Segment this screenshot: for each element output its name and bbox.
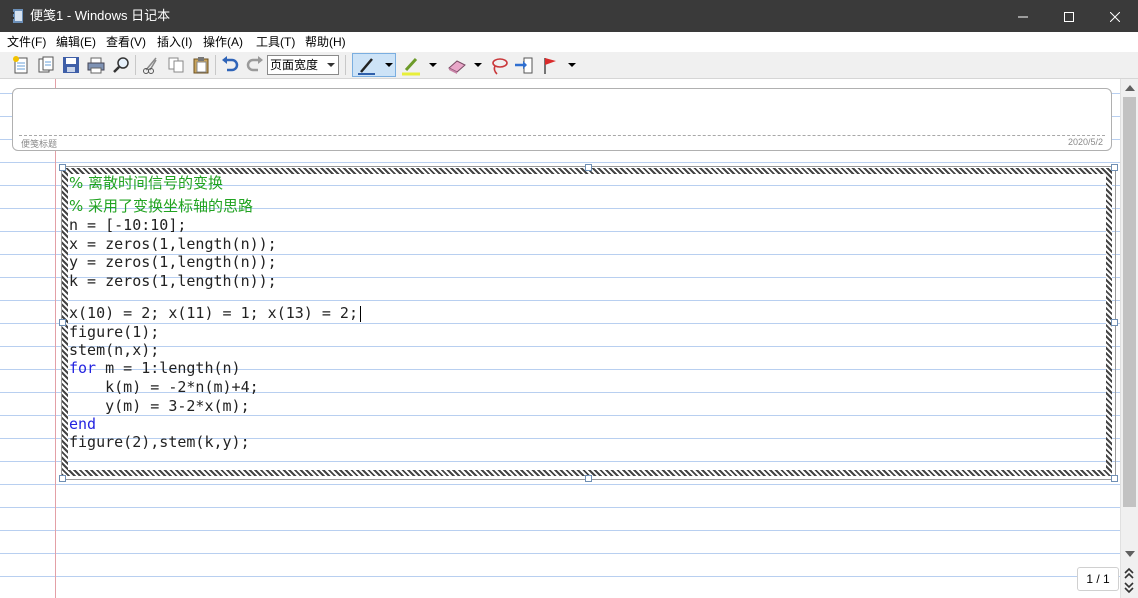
paste-icon [193, 57, 209, 74]
chevron-down-icon [327, 63, 335, 67]
resize-handle-right[interactable] [1111, 319, 1118, 326]
print-button[interactable] [85, 54, 107, 76]
resize-handle-bottom-left[interactable] [59, 475, 66, 482]
code-line: figure(2),stem(k,y); [69, 433, 250, 451]
save-icon [63, 57, 79, 73]
resize-handle-bottom[interactable] [585, 475, 592, 482]
new-page-button[interactable] [35, 54, 57, 76]
note-date: 2020/5/2 [1067, 137, 1103, 147]
margin-line [55, 79, 56, 598]
scroll-down-arrow-icon[interactable] [1125, 551, 1135, 557]
copy-icon [168, 57, 184, 73]
lasso-icon [492, 58, 508, 75]
toolbar-separator [215, 55, 216, 75]
scrollbar-thumb[interactable] [1123, 97, 1136, 507]
new-note-icon [13, 56, 28, 74]
previous-page-button[interactable] [1122, 566, 1136, 580]
code-line: stem(n,x); [69, 341, 160, 359]
zoom-select[interactable]: 页面宽度 [267, 55, 339, 75]
note-title-placeholder: 便笺标题 [21, 139, 58, 149]
menu-insert[interactable]: 插入(I) [155, 34, 194, 50]
insert-space-icon [515, 57, 533, 74]
new-page-icon [38, 56, 54, 73]
menu-file[interactable]: 文件(F) [5, 34, 48, 50]
eraser-icon [448, 60, 466, 74]
code-line: n = [-10:10]; [69, 216, 187, 234]
page-indicator: 1 / 1 [1077, 567, 1119, 591]
lasso-button[interactable] [487, 54, 509, 76]
code-line-text: x(10) = 2; x(11) = 1; x(13) = 2; [69, 304, 358, 322]
maximize-button[interactable] [1046, 0, 1092, 32]
new-note-button[interactable] [10, 54, 32, 76]
pen-icon [358, 58, 375, 75]
pen-dropdown-arrow-icon[interactable] [385, 63, 393, 67]
flag-button[interactable] [539, 54, 561, 76]
pen-button[interactable] [352, 53, 396, 77]
minimize-button[interactable] [1000, 0, 1046, 32]
eraser-dropdown-arrow-icon[interactable] [474, 63, 482, 67]
find-button[interactable] [110, 54, 132, 76]
menu-edit[interactable]: 编辑(E) [54, 34, 98, 50]
code-line-rest: m = 1:length(n) [96, 359, 241, 377]
menu-bar: 文件(F) 编辑(E) 查看(V) 插入(I) 操作(A) 工具(T) 帮助(H… [0, 32, 1138, 52]
code-line: x = zeros(1,length(n)); [69, 235, 277, 253]
journal-app-icon [11, 9, 23, 23]
toolbar-separator [135, 55, 136, 75]
code-line: y(m) = 3-2*x(m); [69, 397, 250, 415]
redo-button[interactable] [244, 54, 266, 76]
text-caret [359, 305, 361, 322]
code-line-for: for m = 1:length(n) [69, 359, 241, 377]
scroll-up-arrow-icon[interactable] [1125, 85, 1135, 91]
find-icon [113, 57, 129, 73]
resize-handle-top-left[interactable] [59, 164, 66, 171]
vertical-scrollbar[interactable] [1120, 79, 1138, 598]
paste-button[interactable] [190, 54, 212, 76]
flag-icon [544, 58, 556, 74]
highlighter-icon [402, 57, 420, 76]
keyword-end: end [69, 415, 97, 433]
resize-handle-left[interactable] [59, 319, 66, 326]
redo-icon [246, 56, 263, 72]
save-button[interactable] [60, 54, 82, 76]
code-line: figure(1); [69, 323, 160, 341]
double-chevron-down-icon [1124, 582, 1134, 594]
highlighter-button[interactable] [399, 54, 421, 76]
resize-handle-top-right[interactable] [1111, 164, 1118, 171]
title-bar: 便笺1 - Windows 日记本 [0, 0, 1138, 32]
toolbar-separator [345, 55, 346, 75]
code-line: % 离散时间信号的变换 [69, 174, 224, 192]
undo-icon [222, 56, 239, 72]
copy-button[interactable] [165, 54, 187, 76]
code-line: k = zeros(1,length(n)); [69, 272, 277, 290]
menu-tools[interactable]: 工具(T) [254, 34, 297, 50]
highlighter-dropdown-arrow-icon[interactable] [429, 63, 437, 67]
menu-actions[interactable]: 操作(A) [201, 34, 245, 50]
next-page-button[interactable] [1122, 581, 1136, 595]
print-icon [87, 57, 105, 74]
note-title-box[interactable]: 便笺标题 2020/5/2 [12, 88, 1112, 151]
eraser-button[interactable] [445, 54, 467, 76]
flag-dropdown-arrow-icon[interactable] [568, 63, 576, 67]
insert-space-button[interactable] [512, 54, 534, 76]
cut-icon [143, 57, 157, 74]
code-line: k(m) = -2*n(m)+4; [69, 378, 259, 396]
maximize-icon [1064, 12, 1074, 23]
zoom-select-value: 页面宽度 [270, 58, 319, 72]
cut-button[interactable] [140, 54, 162, 76]
menu-view[interactable]: 查看(V) [104, 34, 148, 50]
code-line: % 采用了变换坐标轴的思路 [69, 197, 254, 215]
double-chevron-up-icon [1124, 567, 1134, 579]
menu-help[interactable]: 帮助(H) [303, 34, 348, 50]
title-underline [19, 135, 1105, 136]
undo-button[interactable] [219, 54, 241, 76]
close-button[interactable] [1092, 0, 1138, 32]
code-line: y = zeros(1,length(n)); [69, 253, 277, 271]
window-title: 便笺1 - Windows 日记本 [30, 8, 171, 23]
minimize-icon [1018, 16, 1028, 18]
close-icon [1109, 11, 1121, 23]
code-line-with-caret: x(10) = 2; x(11) = 1; x(13) = 2; [69, 304, 361, 322]
resize-handle-top[interactable] [585, 164, 592, 171]
resize-handle-bottom-right[interactable] [1111, 475, 1118, 482]
keyword-for: for [69, 359, 97, 377]
